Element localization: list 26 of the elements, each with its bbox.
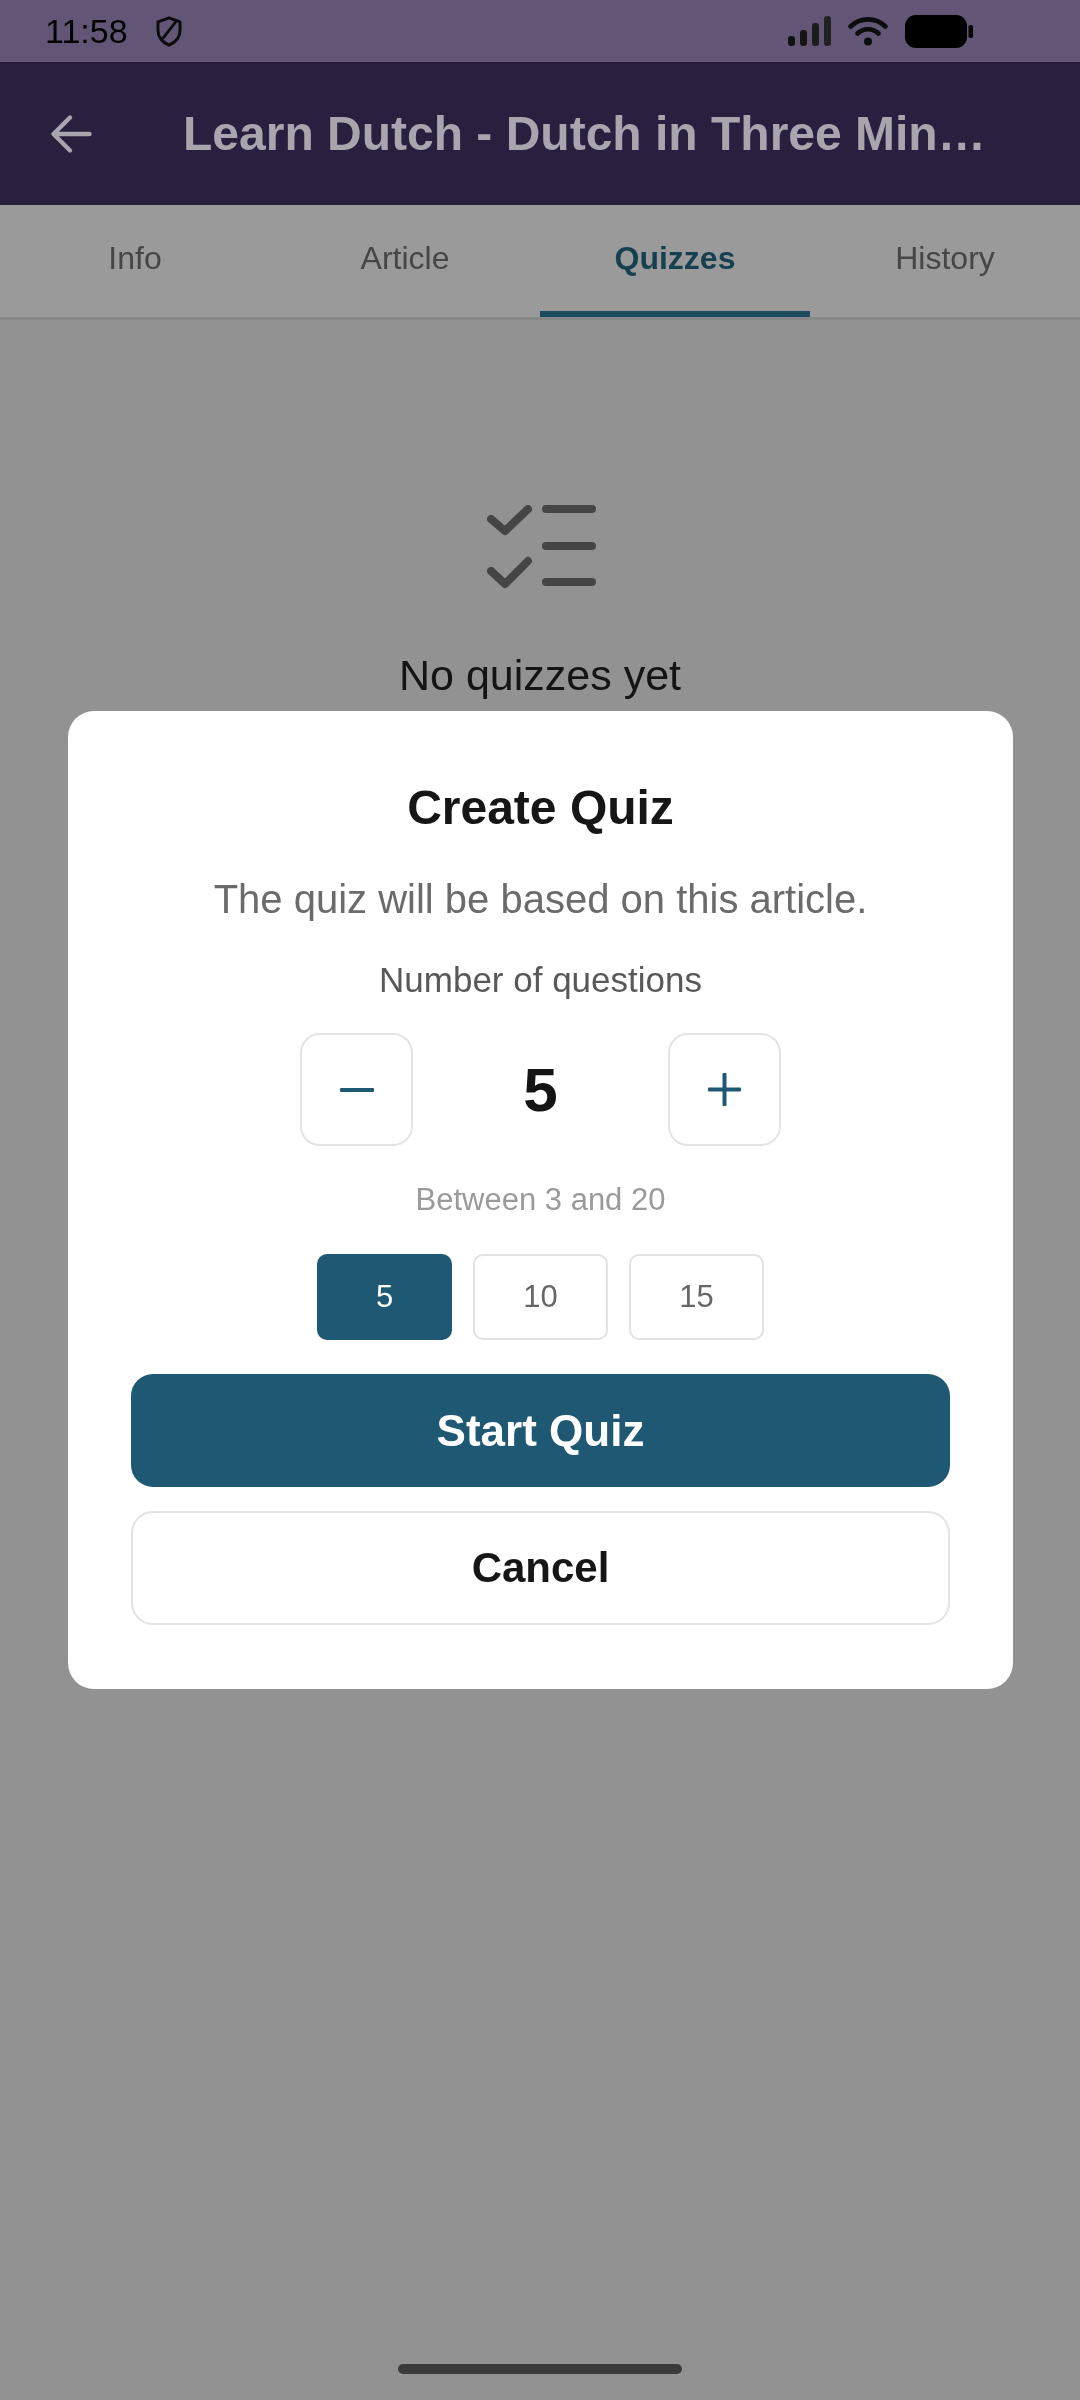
minus-icon (339, 1087, 374, 1092)
preset-chip[interactable]: 5 (317, 1254, 452, 1340)
increment-button[interactable] (668, 1033, 781, 1146)
wifi-icon (847, 16, 889, 46)
checklist-icon (487, 505, 596, 589)
dialog-subtitle: The quiz will be based on this article. (213, 876, 868, 923)
tab[interactable]: History (810, 205, 1080, 317)
back-arrow-icon[interactable] (50, 113, 92, 154)
signal-icon (788, 16, 831, 46)
shield-icon (154, 15, 183, 47)
range-hint: Between 3 and 20 (415, 1181, 666, 1219)
status-time: 11:58 (45, 11, 128, 51)
question-count-value: 5 (522, 1053, 559, 1126)
preset-chip[interactable]: 10 (473, 1254, 608, 1340)
primary-button[interactable]: Start Quiz (131, 1374, 950, 1487)
question-count-label: Number of questions (379, 959, 702, 1001)
secondary-button[interactable]: Cancel (131, 1511, 950, 1625)
tab[interactable]: Article (270, 205, 540, 317)
app-bar-title: Learn Dutch - Dutch in Three Min… (183, 105, 986, 162)
tab[interactable]: Info (0, 205, 270, 317)
empty-state-message: No quizzes yet (399, 650, 681, 700)
dialog-title: Create Quiz (407, 780, 674, 836)
preset-chip[interactable]: 15 (629, 1254, 764, 1340)
battery-icon (905, 14, 973, 48)
decrement-button[interactable] (300, 1033, 413, 1146)
plus-icon (708, 1073, 741, 1106)
